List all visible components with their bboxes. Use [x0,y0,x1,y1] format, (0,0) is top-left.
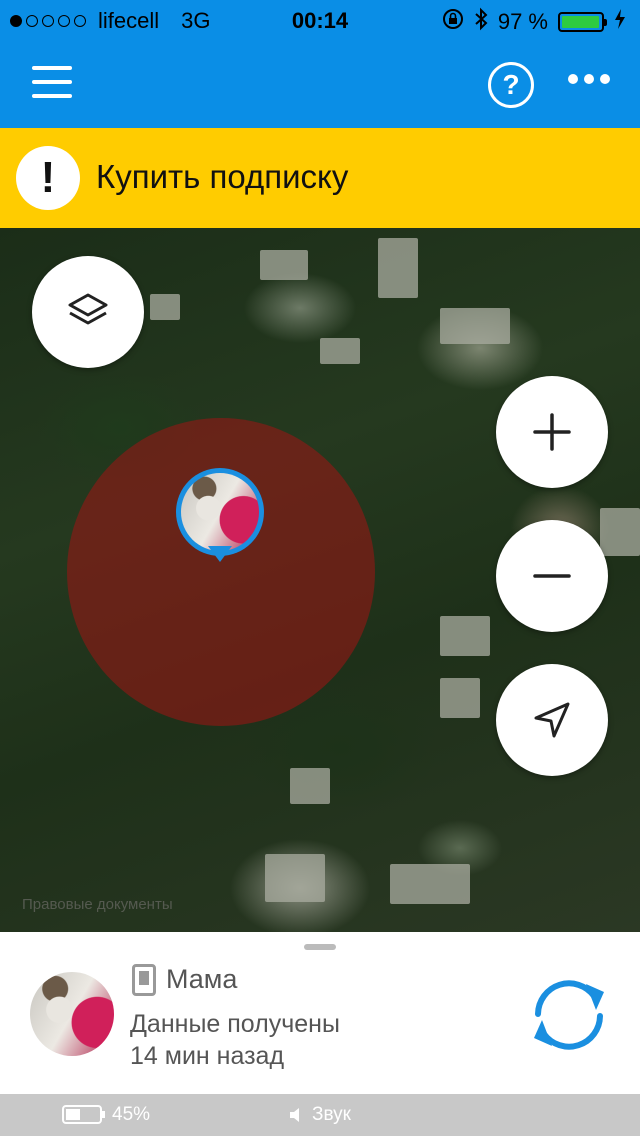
sheet-drag-handle[interactable] [304,944,336,950]
map-building [440,308,510,344]
subscription-banner-text: Купить подписку [96,158,349,195]
network-type: 3G [181,8,211,33]
map-building [150,294,180,320]
map-building [390,864,470,904]
map-building [265,854,325,902]
more-dots-icon[interactable] [568,74,610,84]
contact-name: Мама [166,964,238,994]
device-battery-icon [62,1105,105,1124]
map-building [440,678,480,718]
hamburger-icon[interactable] [32,66,72,98]
refresh-icon[interactable] [524,970,614,1060]
phone-device-icon [132,964,156,996]
pin-avatar [181,473,259,551]
map-building [378,238,418,298]
battery-percent: 97 % [497,9,548,34]
contact-avatar [30,972,114,1056]
signal-strength-icon [10,15,86,27]
location-pin[interactable] [176,468,264,573]
map-building [260,250,308,280]
map-building [320,338,360,364]
minus-icon [533,574,571,578]
sound-status: Звук [288,1104,351,1126]
map-building [290,768,330,804]
exclamation-icon: ! [16,146,80,210]
status-bar: lifecell 3G 00:14 97 % [0,0,640,40]
legal-documents-link[interactable]: Правовые документы [22,896,173,913]
navigation-arrow-icon [534,702,570,738]
last-update-time: 14 мин назад [130,1042,285,1070]
sound-label: Звук [312,1104,351,1125]
pin-tip [208,546,232,562]
device-info-bar: 45% Звук [0,1094,640,1136]
rotation-lock-icon [442,8,464,36]
map-building [440,616,490,656]
contact-sheet[interactable]: Мама Данные получены 14 мин назад [0,932,640,1094]
my-location-button[interactable] [496,664,608,776]
status-right: 97 % [442,7,626,37]
layers-icon [68,293,108,325]
speaker-icon [290,1108,299,1122]
subscription-banner[interactable]: ! Купить подписку [0,128,640,228]
pin-avatar-frame [176,468,264,556]
charging-icon [614,9,626,35]
help-button[interactable]: ? [488,62,534,108]
bluetooth-icon [474,7,488,37]
zoom-out-button[interactable] [496,520,608,632]
layers-button[interactable] [32,256,144,368]
carrier-name: lifecell [98,8,160,33]
battery-icon [558,12,607,32]
data-status: Данные получены [130,1010,340,1038]
plus-icon [533,413,571,451]
status-left: lifecell 3G [10,8,211,34]
zoom-in-button[interactable] [496,376,608,488]
app-bar: ? [0,40,640,128]
device-battery-percent: 45% [112,1104,151,1125]
map-building [600,508,640,556]
